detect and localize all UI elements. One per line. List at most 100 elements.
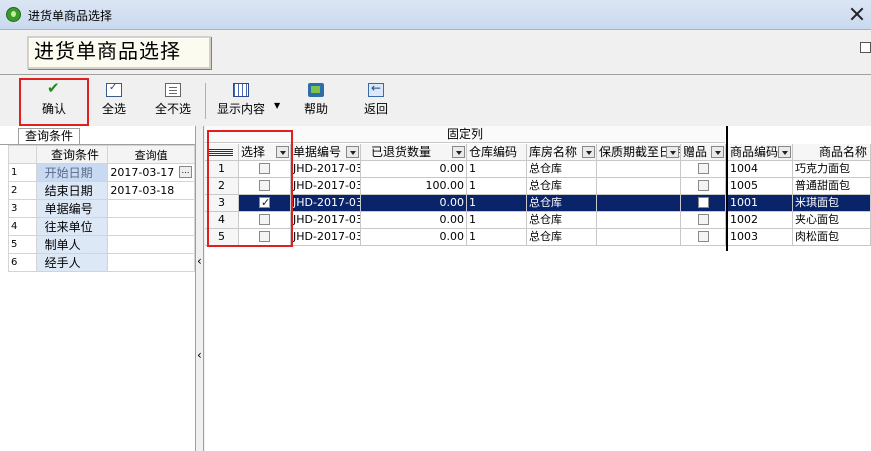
query-header-row: 查询条件 查询值 [8, 145, 195, 164]
table-row[interactable]: 4 JHD-2017-03 0.00 1 总仓库 1002 夹心面包 [205, 212, 871, 229]
gift-cell[interactable] [681, 195, 726, 212]
start-date-value[interactable]: 2017-03-17 [110, 166, 174, 179]
query-row[interactable]: 6 经手人 [8, 253, 195, 272]
filter-dropdown-icon[interactable] [666, 146, 679, 158]
product-name-header-label: 商品名称 [819, 145, 868, 159]
doc-no-cell: JHD-2017-03 [291, 178, 361, 195]
query-row[interactable]: 4 往来单位 [8, 217, 195, 236]
col-header-returned-qty[interactable]: 已退货数量 [361, 144, 467, 161]
gift-cell[interactable] [681, 212, 726, 229]
select-all-label: 全选 [101, 102, 126, 116]
row-index: 5 [8, 235, 37, 254]
query-row[interactable]: 3 单据编号 [8, 199, 195, 218]
condition-value[interactable]: 2017-03-17 … [107, 163, 195, 182]
tab-query-conditions[interactable]: 查询条件 [18, 128, 81, 144]
query-row[interactable]: 2 结束日期 2017-03-18 [8, 181, 195, 200]
chevron-down-icon[interactable]: ▼ [274, 101, 280, 110]
help-button[interactable]: 帮助 [296, 81, 336, 123]
expiry-cell [597, 212, 681, 229]
condition-label: 往来单位 [35, 217, 109, 236]
gift-header-label: 赠品 [683, 145, 708, 159]
warehouse-name-header-label: 库房名称 [529, 145, 578, 159]
confirm-highlight-box [19, 78, 89, 126]
condition-value[interactable] [107, 235, 195, 254]
doc-no-cell: JHD-2017-03 [291, 161, 361, 178]
filter-dropdown-icon[interactable] [452, 146, 465, 158]
display-content-button[interactable]: 显示内容 [212, 81, 270, 123]
returned-qty-cell: 0.00 [361, 229, 467, 246]
row-index: 3 [8, 199, 37, 218]
col-header-gift[interactable]: 赠品 [681, 144, 726, 161]
gift-cell[interactable] [681, 229, 726, 246]
query-panel: 查询条件 查询条件 查询值 1 开始日期 2017-03-17 … 2 结束日期 … [0, 126, 196, 451]
select-all-button[interactable]: 全选 [94, 81, 134, 123]
col-header-expiry[interactable]: 保质期截至日期 [597, 144, 681, 161]
table-row-selected[interactable]: 3 JHD-2017-03 0.00 1 总仓库 1001 米琪面包 [205, 195, 871, 212]
row-index: 1 [8, 163, 37, 182]
condition-value[interactable] [107, 199, 195, 218]
row-index: 4 [8, 217, 37, 236]
gift-checkbox[interactable] [697, 180, 709, 191]
product-name-cell: 米琪面包 [793, 195, 871, 212]
query-row[interactable]: 1 开始日期 2017-03-17 … [8, 163, 195, 182]
product-name-cell: 肉松面包 [793, 229, 871, 246]
expiry-cell [597, 178, 681, 195]
warehouse-name-cell: 总仓库 [527, 212, 597, 229]
returned-qty-cell: 0.00 [361, 161, 467, 178]
expiry-cell [597, 195, 681, 212]
condition-label: 开始日期 [35, 163, 109, 182]
condition-label: 结束日期 [35, 181, 109, 200]
condition-label: 制单人 [35, 235, 109, 254]
condition-value[interactable] [107, 217, 195, 236]
close-icon[interactable] [847, 4, 867, 24]
warehouse-name-cell: 总仓库 [527, 178, 597, 195]
query-row[interactable]: 5 制单人 [8, 235, 195, 254]
col-header-product-code[interactable]: 商品编码 [728, 144, 793, 161]
condition-label: 经手人 [35, 253, 109, 272]
doc-no-cell: JHD-2017-03 [291, 229, 361, 246]
product-name-cell: 普通甜面包 [793, 178, 871, 195]
table-row[interactable]: 5 JHD-2017-03 0.00 1 总仓库 1003 肉松面包 [205, 229, 871, 246]
ellipsis-button[interactable]: … [179, 166, 192, 178]
returned-qty-header-label: 已退货数量 [371, 145, 432, 159]
doc-no-cell: JHD-2017-03 [291, 195, 361, 212]
returned-qty-cell: 0.00 [361, 195, 467, 212]
gift-checkbox[interactable] [697, 231, 709, 242]
table-row[interactable]: 2 JHD-2017-03 100.00 1 总仓库 1005 普通甜面包 [205, 178, 871, 195]
title-bar: 进货单商品选择 [0, 0, 871, 30]
condition-value[interactable] [107, 253, 195, 272]
gift-checkbox[interactable] [697, 197, 709, 208]
caption-area: 进货单商品选择 [0, 30, 871, 74]
filter-dropdown-icon[interactable] [778, 146, 791, 158]
row-index: 2 [8, 181, 37, 200]
top-checkbox[interactable] [860, 42, 871, 53]
table-row[interactable]: 1 JHD-2017-03 0.00 1 总仓库 1004 巧克力面包 [205, 161, 871, 178]
filter-dropdown-icon[interactable] [711, 146, 724, 158]
select-none-button[interactable]: 全不选 [150, 81, 196, 123]
end-date-value[interactable]: 2017-03-18 [107, 181, 195, 200]
help-book-icon [308, 83, 324, 97]
gift-checkbox[interactable] [697, 214, 709, 225]
col-header-warehouse-code[interactable]: 仓库编码 [467, 144, 527, 161]
query-cond-header: 查询条件 [35, 145, 109, 164]
warehouse-code-cell: 1 [467, 178, 527, 195]
gift-cell[interactable] [681, 178, 726, 195]
gift-cell[interactable] [681, 161, 726, 178]
gift-checkbox[interactable] [697, 163, 709, 174]
query-table: 查询条件 查询值 1 开始日期 2017-03-17 … 2 结束日期 2017-… [8, 145, 195, 272]
panel-splitter[interactable] [196, 126, 204, 451]
col-header-product-name[interactable]: 商品名称 [793, 144, 871, 161]
help-label: 帮助 [303, 102, 328, 116]
product-code-cell: 1002 [728, 212, 793, 229]
expiry-cell [597, 229, 681, 246]
doc-no-cell: JHD-2017-03 [291, 212, 361, 229]
filter-dropdown-icon[interactable] [346, 146, 359, 158]
filter-dropdown-icon[interactable] [582, 146, 595, 158]
col-header-warehouse-name[interactable]: 库房名称 [527, 144, 597, 161]
col-header-doc-no[interactable]: 单据编号 [291, 144, 361, 161]
back-button[interactable]: 返回 [356, 81, 396, 123]
warehouse-code-cell: 1 [467, 195, 527, 212]
warehouse-name-cell: 总仓库 [527, 195, 597, 212]
product-name-cell: 巧克力面包 [793, 161, 871, 178]
window-title: 进货单商品选择 [28, 9, 113, 23]
